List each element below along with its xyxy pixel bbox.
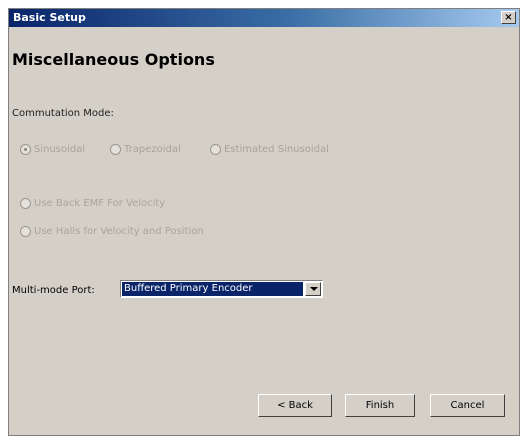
finish-button[interactable]: Finish xyxy=(345,394,415,417)
radio-label: Sinusoidal xyxy=(34,144,86,155)
title-bar[interactable]: Basic Setup × xyxy=(9,9,519,27)
select-value: Buffered Primary Encoder xyxy=(122,282,303,296)
commutation-mode-label: Commutation Mode: xyxy=(12,108,114,119)
page-heading: Miscellaneous Options xyxy=(12,50,215,69)
window-title: Basic Setup xyxy=(13,11,86,24)
radio-label: Trapezoidal xyxy=(124,144,181,155)
cancel-button[interactable]: Cancel xyxy=(430,394,505,417)
radio-sinusoidal[interactable]: Sinusoidal xyxy=(20,144,85,155)
back-button[interactable]: < Back xyxy=(258,394,332,417)
dialog-window: Basic Setup × xyxy=(8,8,520,436)
radio-indicator xyxy=(210,144,221,155)
radio-label: Use Halls for Velocity and Position xyxy=(34,226,204,237)
radio-indicator xyxy=(20,144,31,155)
radio-label: Estimated Sinusoidal xyxy=(224,144,329,155)
radio-use-halls[interactable]: Use Halls for Velocity and Position xyxy=(20,226,204,237)
multimode-port-select[interactable]: Buffered Primary Encoder xyxy=(120,280,323,298)
chevron-down-icon[interactable] xyxy=(305,282,321,296)
multimode-port-label: Multi-mode Port: xyxy=(12,285,95,296)
radio-estimated-sinusoidal[interactable]: Estimated Sinusoidal xyxy=(210,144,329,155)
radio-label: Use Back EMF For Velocity xyxy=(34,198,166,209)
radio-indicator xyxy=(20,226,31,237)
radio-trapezoidal[interactable]: Trapezoidal xyxy=(110,144,181,155)
radio-use-back-emf[interactable]: Use Back EMF For Velocity xyxy=(20,198,165,209)
radio-indicator xyxy=(20,198,31,209)
close-button[interactable]: × xyxy=(501,11,516,24)
close-icon: × xyxy=(504,12,513,23)
radio-indicator xyxy=(110,144,121,155)
